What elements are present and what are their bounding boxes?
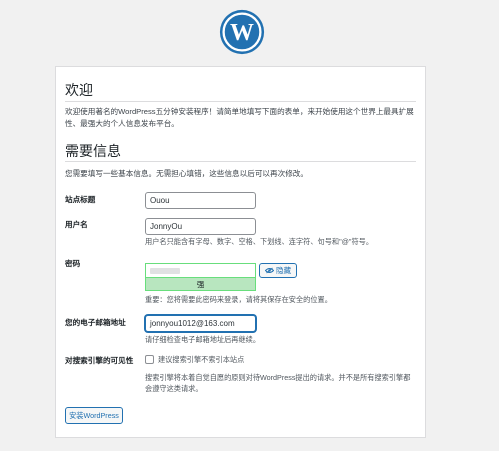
divider — [65, 161, 416, 162]
password-mask — [150, 268, 180, 274]
welcome-text: 欢迎使用著名的WordPress五分钟安装程序！请简单地填写下面的表单，来开始使… — [65, 107, 414, 128]
password-description: 重要：您将需要此密码来登录，请将其保存在安全的位置。 — [145, 295, 332, 304]
install-form-card: 欢迎 欢迎使用著名的WordPress五分钟安装程序！请简单地填写下面的表单，来… — [55, 66, 426, 438]
visibility-description: 搜索引擎将本着自觉自愿的原则对待WordPress提出的请求。并不是所有搜索引擎… — [145, 373, 411, 393]
password-label: 密码 — [65, 259, 81, 268]
info-heading: 需要信息 — [65, 143, 121, 159]
svg-text:W: W — [230, 20, 254, 46]
username-input[interactable]: JonnyOu — [145, 218, 256, 235]
welcome-heading: 欢迎 — [65, 82, 93, 98]
visibility-label: 对搜索引擎的可见性 — [65, 356, 134, 365]
hide-password-label: 隐藏 — [275, 266, 292, 275]
password-strength-indicator: 强 — [145, 277, 256, 291]
username-label: 用户名 — [65, 220, 88, 229]
info-text: 您需要填写一些基本信息。无需担心填错，这些信息以后可以再次修改。 — [65, 169, 308, 178]
hide-password-button[interactable]: 隐藏 — [259, 263, 297, 278]
site-title-input[interactable]: Ouou — [145, 192, 256, 209]
username-description: 用户名只能含有字母、数字、空格、下划线、连字符、句号和"@"符号。 — [145, 237, 374, 246]
noindex-checkbox[interactable] — [145, 355, 154, 364]
noindex-checkbox-label[interactable]: 建议搜索引擎不索引本站点 — [158, 354, 244, 365]
divider — [65, 101, 416, 102]
eye-slash-icon — [264, 266, 276, 275]
site-title-label: 站点标题 — [65, 195, 96, 204]
email-label: 您的电子邮箱地址 — [65, 318, 126, 327]
wordpress-logo-icon: W — [219, 9, 265, 55]
password-input[interactable] — [145, 263, 256, 278]
email-input[interactable]: jonnyou1012@163.com — [145, 315, 256, 332]
install-wordpress-button[interactable]: 安装WordPress — [65, 407, 123, 424]
email-description: 请仔细检查电子邮箱地址后再继续。 — [145, 335, 261, 344]
